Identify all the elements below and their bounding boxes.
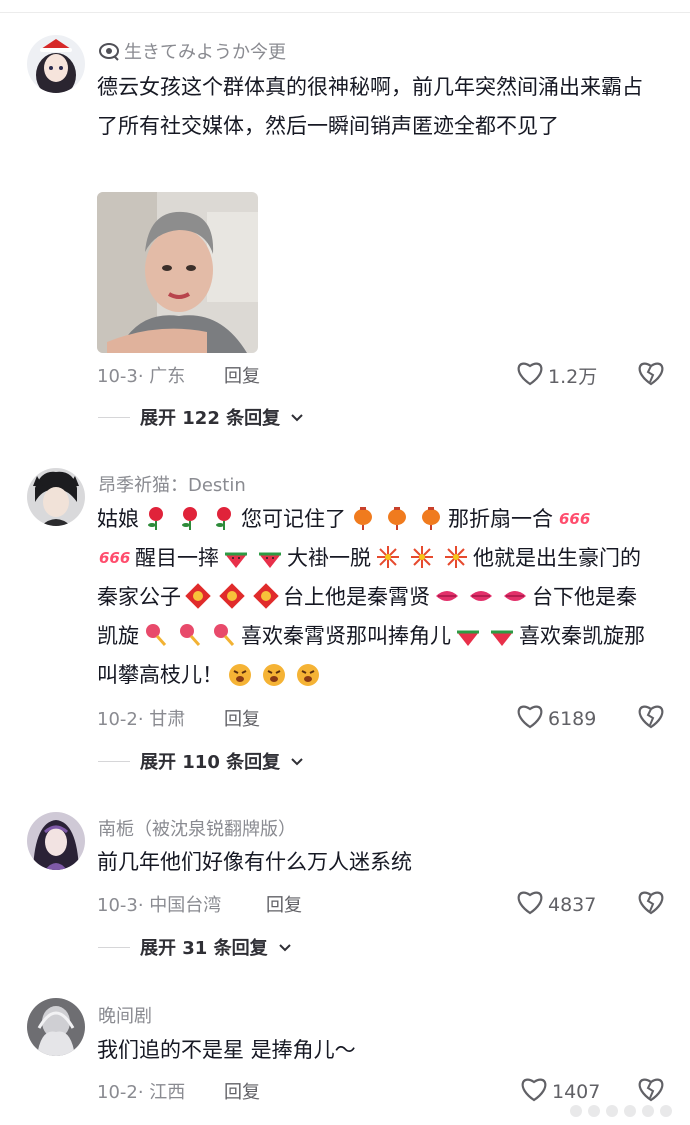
username[interactable]: 生きてみようか今更: [98, 38, 286, 66]
svg-text:666: 666: [99, 549, 130, 567]
reply-button[interactable]: 回复: [224, 1078, 260, 1104]
divider-line: [98, 416, 130, 418]
fu-emoji: [181, 583, 283, 609]
comment-meta: 10-3· 广东: [97, 366, 186, 387]
avatar[interactable]: [27, 468, 85, 526]
username[interactable]: 晚间剧: [98, 1002, 152, 1028]
broken-heart-icon: [637, 891, 665, 919]
watermelon-emoji: [219, 546, 287, 570]
divider-line: [98, 760, 130, 762]
heart-outline-icon: [516, 889, 544, 920]
firework-emoji: [371, 546, 473, 570]
dislike-button[interactable]: [637, 1076, 665, 1106]
comment-meta: 10-2· 甘肃: [97, 709, 186, 730]
comment-meta: 10-2· 江西: [97, 1082, 186, 1103]
reply-button[interactable]: 回复: [224, 362, 260, 388]
dislike-button[interactable]: [637, 889, 665, 919]
broken-heart-icon: [637, 1078, 665, 1106]
broken-heart-icon: [637, 362, 665, 390]
heart-outline-icon: [516, 360, 544, 391]
dislike-button[interactable]: [637, 703, 665, 733]
chevron-down-icon: [290, 407, 304, 428]
watermark-dots: [570, 1105, 672, 1117]
watermelon-emoji: [451, 624, 519, 648]
chevron-down-icon: [278, 937, 292, 958]
avatar[interactable]: [27, 812, 85, 870]
expand-replies-button[interactable]: 展开 122 条回复: [98, 404, 304, 430]
avatar[interactable]: [27, 35, 85, 93]
comment-text: 姑娘 您可记住了 那折扇一合 666 666 醒目一摔 大褂一脱 他就是出生豪门的秦家公子 台上…: [97, 507, 645, 687]
divider-line: [98, 946, 130, 948]
angry-dog-emoji: [223, 663, 325, 687]
rose-emoji: [139, 507, 241, 531]
heart-outline-icon: [516, 703, 544, 734]
username[interactable]: 昂季祈猫：Destin: [98, 471, 246, 497]
lips-emoji: [430, 585, 532, 609]
comment-image[interactable]: [97, 192, 258, 353]
like-button[interactable]: 6189: [516, 703, 596, 734]
comment-text: 德云女孩这个群体真的很神秘啊，前几年突然间涌出来霸占了所有社交媒体，然后一瞬间销…: [97, 75, 643, 138]
comment-meta: 10-3· 中国台湾: [97, 895, 222, 916]
avatar[interactable]: [27, 998, 85, 1056]
svg-text:666: 666: [559, 510, 590, 528]
like-count: 6189: [548, 707, 597, 730]
username[interactable]: 南栀（被沈泉锐翻牌版）: [98, 815, 296, 841]
reply-button[interactable]: 回复: [224, 705, 260, 731]
top-divider: [0, 12, 690, 13]
heart-outline-icon: [520, 1076, 548, 1107]
lantern-emoji: [346, 507, 448, 531]
like-button[interactable]: 1.2万: [516, 360, 597, 391]
like-count: 1.2万: [548, 366, 598, 388]
like-button[interactable]: 1407: [520, 1076, 600, 1107]
like-count: 4837: [548, 893, 597, 916]
dislike-button[interactable]: [637, 360, 665, 390]
expand-replies-button[interactable]: 展开 31 条回复: [98, 934, 292, 960]
like-button[interactable]: 4837: [516, 889, 596, 920]
broken-heart-icon: [637, 705, 665, 733]
like-count: 1407: [552, 1080, 601, 1103]
comment-text: 前几年他们好像有什么万人迷系统: [97, 850, 412, 874]
chevron-down-icon: [290, 751, 304, 772]
expand-replies-button[interactable]: 展开 110 条回复: [98, 748, 304, 774]
rattle-emoji: [139, 624, 241, 648]
reply-button[interactable]: 回复: [266, 891, 302, 917]
eye-badge-icon: [98, 41, 120, 66]
comment-text: 我们追的不是星 是捧角儿～: [97, 1038, 356, 1062]
